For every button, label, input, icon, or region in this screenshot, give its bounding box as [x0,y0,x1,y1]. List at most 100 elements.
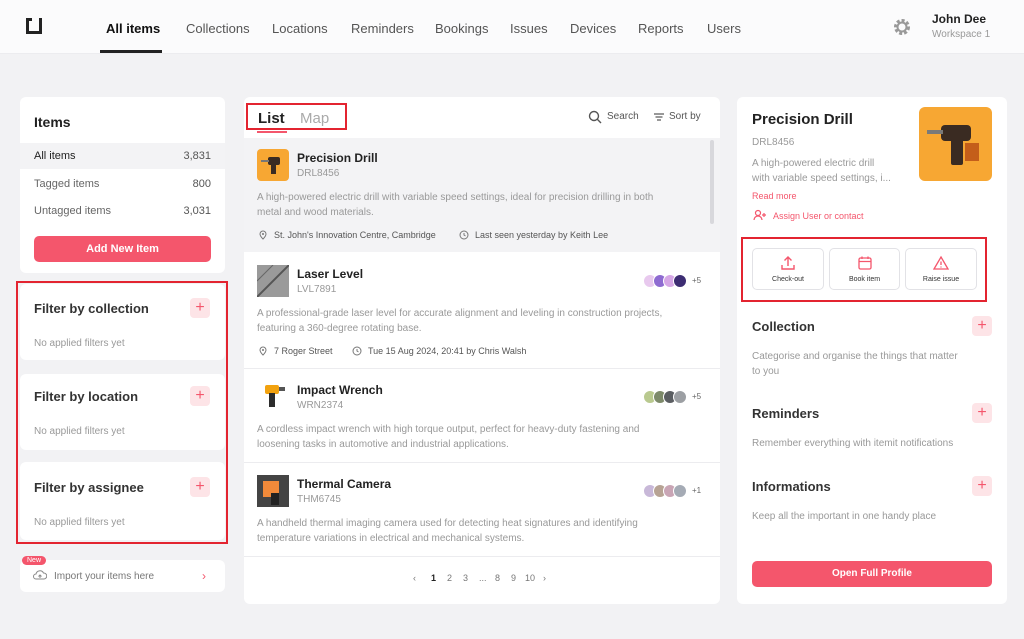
top-navigation: All items Collections Locations Reminder… [0,0,1024,54]
items-row-tagged[interactable]: Tagged items 800 [20,171,225,197]
nav-users[interactable]: Users [707,21,741,36]
location-pin-icon [259,346,267,356]
items-row-untagged[interactable]: Untagged items 3,031 [20,198,225,224]
add-collection-filter-button[interactable]: + [190,298,210,318]
reminders-section-title: Reminders [752,406,820,421]
raise-issue-label: Raise issue [922,276,960,283]
item-description-line: A high-powered electric drill with varia… [257,192,654,203]
check-out-button[interactable]: Check-out [752,248,824,290]
import-items-label[interactable]: Import your items here [54,571,154,582]
item-thumbnail [256,264,290,298]
nav-reminders[interactable]: Reminders [351,21,414,36]
items-row-count: 800 [192,178,211,190]
pagination-prev[interactable]: ‹ [413,573,416,583]
items-title: Items [34,114,71,130]
read-more-link[interactable]: Read more [752,191,797,201]
pagination-page[interactable]: 8 [495,573,500,583]
nav-issues[interactable]: Issues [510,21,548,36]
list-scrollbar[interactable] [710,140,714,224]
assignee-avatars[interactable]: +1 [643,484,707,498]
pagination-ellipsis: ... [479,573,487,583]
item-name[interactable]: Impact Wrench [297,383,383,397]
add-new-item-button[interactable]: Add New Item [34,236,211,262]
upload-icon [781,256,795,270]
filter-assignee-title: Filter by assignee [34,480,144,495]
pagination-next[interactable]: › [543,573,546,583]
warning-icon [933,255,949,270]
calendar-icon [857,256,872,270]
location-pin-icon [259,230,267,240]
logo[interactable] [26,18,42,34]
item-thumbnail [257,149,289,181]
collection-section-title: Collection [752,319,815,334]
detail-description-line: A high-powered electric drill [752,158,875,169]
detail-title: Precision Drill [752,111,853,128]
items-row-all[interactable]: All items 3,831 [20,143,225,169]
item-location: 7 Roger Street [274,346,333,356]
item-description: A cordless impact wrench with high torqu… [257,422,707,452]
tab-map[interactable]: Map [300,110,329,127]
sort-icon[interactable] [653,111,665,123]
item-thumbnail [257,381,289,413]
avatars-more-count: +1 [692,486,702,495]
search-icon[interactable] [588,110,602,124]
item-description-line: featuring a 360-degree rotating base. [257,323,422,334]
clock-icon [459,230,469,240]
user-name[interactable]: John Dee [932,12,986,26]
item-description-line: metal and wood materials. [257,207,374,218]
pagination-page[interactable]: 10 [525,573,535,583]
search-button[interactable]: Search [607,111,639,122]
items-row-count: 3,031 [183,205,211,217]
add-location-filter-button[interactable]: + [190,386,210,406]
nav-bookings[interactable]: Bookings [435,21,488,36]
item-description-line: A handheld thermal imaging camera used f… [257,518,638,529]
add-collection-button[interactable]: + [972,316,992,336]
row-divider [244,462,720,463]
raise-issue-button[interactable]: Raise issue [905,248,977,290]
avatar [673,274,687,288]
add-information-button[interactable]: + [972,476,992,496]
cloud-upload-icon [33,570,47,580]
item-location: St. John's Innovation Centre, Cambridge [274,230,436,240]
pagination-page[interactable]: 3 [463,573,468,583]
add-assignee-filter-button[interactable]: + [190,477,210,497]
item-name[interactable]: Laser Level [297,267,363,281]
filter-collection-title: Filter by collection [34,301,149,316]
tab-active-indicator [257,131,287,133]
pagination-page[interactable]: 1 [431,573,436,583]
collection-section-desc: Categorise and organise the things that … [752,349,987,379]
item-description-line: A cordless impact wrench with high torqu… [257,424,640,435]
assignee-avatars[interactable]: +5 [643,390,707,404]
nav-devices[interactable]: Devices [570,21,616,36]
gear-icon[interactable] [892,17,912,37]
item-code: DRL8456 [297,168,340,179]
tab-list[interactable]: List [258,110,285,127]
section-desc-line: Keep all the important in one handy plac… [752,511,937,522]
nav-locations[interactable]: Locations [272,21,328,36]
filter-location-title: Filter by location [34,389,139,404]
open-full-profile-button[interactable]: Open Full Profile [752,561,992,587]
chevron-right-icon[interactable]: › [202,569,206,583]
pagination-page[interactable]: 2 [447,573,452,583]
new-badge: New [22,556,47,565]
add-reminder-button[interactable]: + [972,403,992,423]
assignee-avatars[interactable]: +5 [643,274,707,288]
clock-icon [352,346,362,356]
book-item-button[interactable]: Book item [829,248,900,290]
informations-section-title: Informations [752,479,831,494]
item-name[interactable]: Thermal Camera [297,477,391,491]
section-desc-line: Categorise and organise the things that … [752,351,958,362]
add-user-icon[interactable] [753,209,767,221]
item-code: WRN2374 [297,400,344,411]
items-row-label: All items [34,150,76,162]
item-name[interactable]: Precision Drill [297,151,378,165]
nav-collections[interactable]: Collections [186,21,250,36]
avatars-more-count: +5 [692,392,702,401]
nav-reports[interactable]: Reports [638,21,684,36]
sort-by-button[interactable]: Sort by [669,111,701,122]
nav-all-items[interactable]: All items [106,21,160,36]
item-description: A professional-grade laser level for acc… [257,306,707,336]
item-description-line: loosening tasks in automotive and indust… [257,439,509,450]
assign-user-link[interactable]: Assign User or contact [773,211,864,221]
pagination-page[interactable]: 9 [511,573,516,583]
